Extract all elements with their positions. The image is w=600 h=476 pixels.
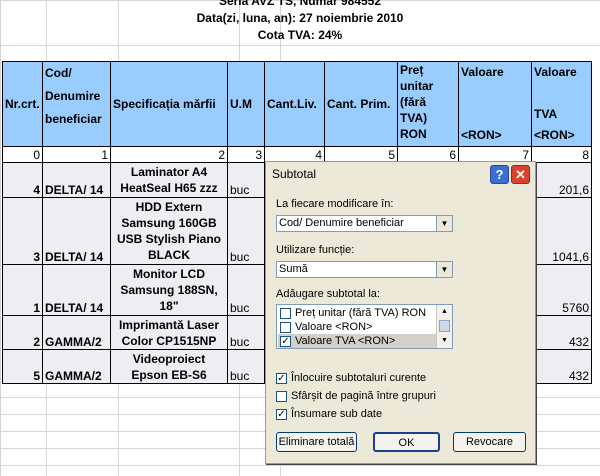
cell-valoare-tva[interactable]: 5760 [531,264,592,316]
dialog-title: Subtotal [272,167,317,181]
help-icon: ? [495,167,504,182]
option-label: Însumare sub date [291,408,383,420]
scroll-thumb[interactable] [439,320,450,332]
checkbox[interactable] [280,307,291,319]
list-item-label: Valoare TVA <RON> [295,335,396,347]
cell-cod[interactable]: GAMMA/2 [42,349,111,384]
col-cant-prim[interactable]: Cant. Prim. [324,61,398,147]
close-icon: ✕ [515,167,526,182]
summary-below-option[interactable]: ✓ Însumare sub date [276,408,382,420]
date-line: Data(zi, luna, an): 27 noiembrie 2010 [196,11,404,25]
scroll-down-icon[interactable]: ▼ [437,334,452,348]
index-cell[interactable]: 8 [531,146,592,163]
index-cell[interactable]: 0 [2,146,43,163]
col-valoare-tva[interactable]: Valoare TVA <RON> [531,61,592,147]
cell-um[interactable]: buc [227,315,265,350]
dialog-title-bar[interactable]: Subtotal ? ✕ [266,162,535,187]
use-function-dropdown[interactable]: Sumă ▼ [276,261,453,278]
col-nr[interactable]: Nr.crt. [2,61,43,147]
gridline [0,465,600,466]
index-cell[interactable]: 3 [227,146,265,163]
close-button[interactable]: ✕ [511,165,530,184]
col-pret[interactable]: Preț unitar (fără TVA) RON [397,61,459,147]
chevron-down-icon[interactable]: ▼ [436,216,452,231]
col-um[interactable]: U.M [227,61,265,147]
cell-valoare-tva[interactable]: 432 [531,349,592,384]
at-each-change-value: Cod/ Denumire beneficiar [279,217,404,229]
option-label: Înlocuire subtotaluri curente [291,372,427,384]
cell-spec[interactable]: HDD Extern Samsung 160GB USB Stylish Pia… [110,197,228,265]
checkbox-checked[interactable]: ✓ [280,335,291,347]
cell-valoare-tva[interactable]: 201,6 [531,162,592,198]
cell-um[interactable]: buc [227,197,265,265]
checkbox[interactable] [276,390,287,402]
cell-um[interactable]: buc [227,349,265,384]
cell-nr[interactable]: 4 [2,162,43,198]
scroll-up-icon[interactable]: ▲ [437,305,452,319]
cell-cod[interactable]: GAMMA/2 [42,315,111,350]
cell-um[interactable]: buc [227,264,265,316]
cell-um[interactable]: buc [227,162,265,198]
col-spec[interactable]: Specificația mărfii [110,61,228,147]
col-valoare[interactable]: Valoare <RON> [458,61,532,147]
add-subtotal-list[interactable]: Preț unitar (fără TVA) RON Valoare <RON>… [276,304,453,349]
replace-subtotals-option[interactable]: ✓ Înlocuire subtotaluri curente [276,372,426,384]
remove-all-button[interactable]: Eliminare totală [276,432,357,452]
index-cell[interactable]: 2 [110,146,228,163]
ok-button[interactable]: OK [373,432,440,452]
cancel-button[interactable]: Revocare [453,432,526,452]
cell-spec[interactable]: Monitor LCD Samsung 188SN, 18" [110,264,228,316]
checkbox-checked[interactable]: ✓ [276,408,287,420]
page-break-option[interactable]: Sfârșit de pagină între grupuri [276,390,436,402]
list-scrollbar[interactable]: ▲ ▼ [436,305,452,348]
index-cell[interactable]: 1 [42,146,111,163]
checkbox-checked[interactable]: ✓ [276,372,287,384]
cell-spec[interactable]: Videoproiect Epson EB-S6 [110,349,228,384]
gridline [0,45,600,46]
list-item[interactable]: Preț unitar (fără TVA) RON [280,306,426,320]
at-each-change-label: La fiecare modificare în: [276,198,394,210]
cell-spec[interactable]: Laminator A4 HeatSeal H65 zzz [110,162,228,198]
col-cant-liv[interactable]: Cant.Liv. [264,61,325,147]
use-function-label: Utilizare funcție: [276,244,355,256]
cell-spec[interactable]: Imprimantă Laser Color CP1515NP [110,315,228,350]
cell-valoare-tva[interactable]: 1041,6 [531,197,592,265]
col-cod[interactable]: Cod/Denumire beneficiar [42,61,111,147]
vat-rate-line: Cota TVA: 24% [257,28,343,42]
use-function-value: Sumă [279,263,308,275]
cell-nr[interactable]: 2 [2,315,43,350]
list-item-label: Valoare <RON> [295,321,373,333]
checkbox[interactable] [280,321,291,333]
subtotal-dialog: Subtotal ? ✕ La fiecare modificare în: C… [265,161,536,464]
help-button[interactable]: ? [490,165,509,184]
header-row: Nr.crt. Cod/Denumire beneficiar Specifica… [2,61,592,147]
cell-cod[interactable]: DELTA/ 14 [42,264,111,316]
cell-cod[interactable]: DELTA/ 14 [42,197,111,265]
cell-nr[interactable]: 1 [2,264,43,316]
option-label: Sfârșit de pagină între grupuri [291,390,436,402]
at-each-change-dropdown[interactable]: Cod/ Denumire beneficiar ▼ [276,215,453,232]
chevron-down-icon[interactable]: ▼ [436,262,452,277]
cell-nr[interactable]: 3 [2,197,43,265]
cell-cod[interactable]: DELTA/ 14 [42,162,111,198]
list-item[interactable]: Valoare <RON> [280,320,372,334]
list-item-selected[interactable]: ✓ Valoare TVA <RON> [278,334,438,348]
cell-valoare-tva[interactable]: 432 [531,315,592,350]
add-subtotal-label: Adăugare subtotal la: [276,288,380,300]
cell-nr[interactable]: 5 [2,349,43,384]
list-item-label: Preț unitar (fără TVA) RON [295,307,427,319]
